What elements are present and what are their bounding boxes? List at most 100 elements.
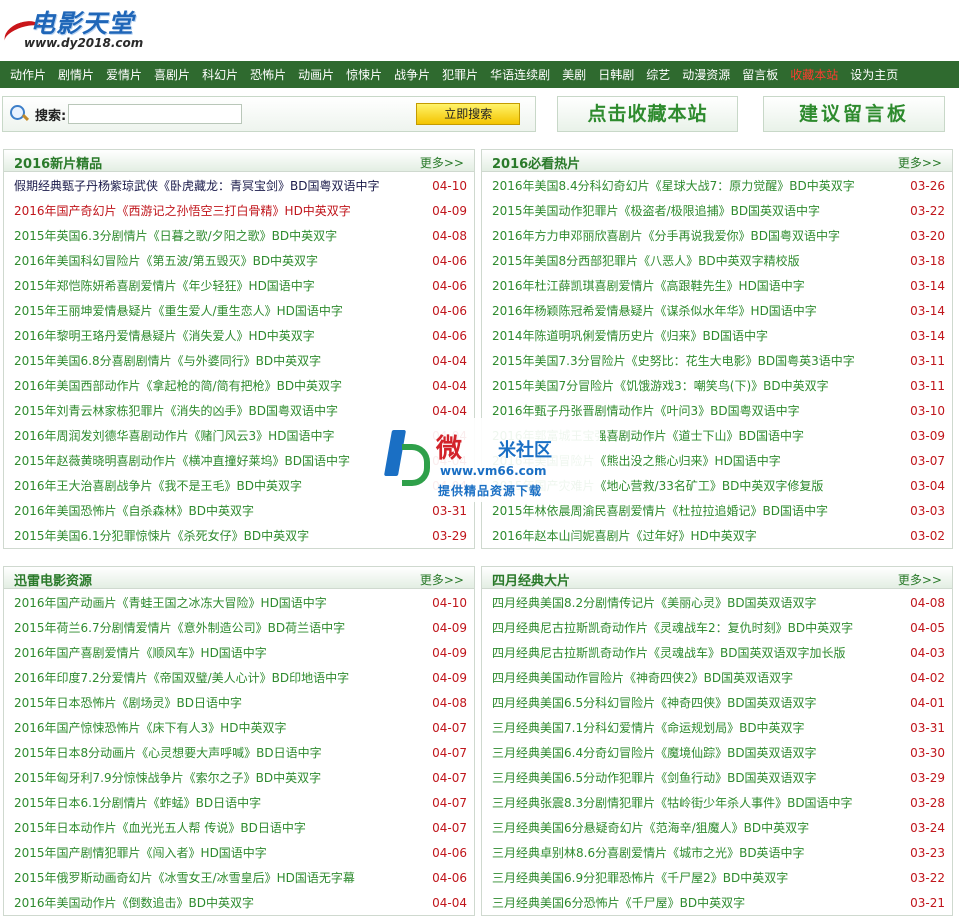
nav-item[interactable]: 动画片 xyxy=(292,66,340,83)
movie-title-link[interactable]: 2016年杜江薛凯琪喜剧爱情片《高跟鞋先生》HD国语中字 xyxy=(492,279,805,293)
movie-title-link[interactable]: 2015年美国8分西部犯罪片《八恶人》BD中英双字精校版 xyxy=(492,254,800,268)
movie-title-link[interactable]: 2015年日本恐怖片《剧场灵》BD日语中字 xyxy=(14,696,242,710)
nav-item[interactable]: 恐怖片 xyxy=(244,66,292,83)
more-link[interactable]: 更多>> xyxy=(898,154,942,171)
movie-title-link[interactable]: 2016年甄子丹张晋剧情动作片《叶问3》BD国粤双语中字 xyxy=(492,404,800,418)
nav-item[interactable]: 动作片 xyxy=(4,66,52,83)
movie-title-link[interactable]: 2015年美国6.8分喜剧剧情片《与外婆同行》BD中英双字 xyxy=(14,354,321,368)
list-item: 2015年俄罗斯动画奇幻片《冰雪女王/冰雪皇后》HD国语无字幕 04-06 xyxy=(4,866,474,891)
movie-title-link[interactable]: 2015年国产剧情犯罪片《闯入者》HD国语中字 xyxy=(14,846,267,860)
search-button[interactable]: 立即搜索 xyxy=(416,103,521,125)
movie-title-link[interactable]: 2015年匈牙利7.9分惊悚战争片《索尔之子》BD中英双字 xyxy=(14,771,321,785)
nav-item[interactable]: 喜剧片 xyxy=(148,66,196,83)
movie-title-link[interactable]: 四月经典美国动作冒险片《神奇四侠2》BD国英双语双字 xyxy=(492,671,793,685)
movie-title-link[interactable]: 2015年俄罗斯动画奇幻片《冰雪女王/冰雪皇后》HD国语无字幕 xyxy=(14,871,355,885)
movie-title-link[interactable]: 2016年方力申邓丽欣喜剧片《分手再说我爱你》BD国粤双语中字 xyxy=(492,229,840,243)
movie-title-link[interactable]: 四月经典尼古拉斯凯奇动作片《灵魂战车》BD国英双语双字加长版 xyxy=(492,646,845,660)
movie-title-link[interactable]: 三月经典卓别林8.6分喜剧爱情片《城市之光》BD英语中字 xyxy=(492,846,805,860)
update-date: 04-06 xyxy=(432,304,467,318)
movie-title-link[interactable]: 2015年日本8分动画片《心灵想要大声呼喊》BD日语中字 xyxy=(14,746,322,760)
movie-title-link[interactable]: 2016年美国8.4分科幻奇幻片《星球大战7：原力觉醒》BD中英双字 xyxy=(492,179,855,193)
update-date: 03-04 xyxy=(910,479,945,493)
movie-title-link[interactable]: 三月经典美国7.1分科幻爱情片《命运规划局》BD中英双字 xyxy=(492,721,805,735)
watermark-title: 微 xyxy=(436,434,465,464)
movie-title-link[interactable]: 2015年英国6.3分剧情片《日暮之歌/夕阳之歌》BD中英双字 xyxy=(14,229,337,243)
movie-title-link[interactable]: 三月经典美国6分恐怖片《千尸屋》BD中英双字 xyxy=(492,896,745,910)
list-item: 假期经典甄子丹杨紫琼武侠《卧虎藏龙：青冥宝剑》BD国粤双语中字 04-10 xyxy=(4,174,474,199)
movie-title-link[interactable]: 2016年杨颖陈冠希爱情悬疑片《谋杀似水年华》HD国语中字 xyxy=(492,304,817,318)
movie-title-link[interactable]: 2016年美国恐怖片《自杀森林》BD中英双字 xyxy=(14,504,254,518)
search-input[interactable] xyxy=(68,104,243,124)
movie-title-link[interactable]: 2016年国产喜剧爱情片《顺风车》HD国语中字 xyxy=(14,646,267,660)
movie-title-link[interactable]: 2015年美国6.1分犯罪惊悚片《杀死女仔》BD中英双字 xyxy=(14,529,309,543)
nav-item[interactable]: 收藏本站 xyxy=(784,66,844,83)
movie-title-link[interactable]: 四月经典尼古拉斯凯奇动作片《灵魂战车2：复仇时刻》BD中英双字 xyxy=(492,621,853,635)
guestbook-button[interactable]: 建议留言板 xyxy=(763,96,945,132)
movie-title-link[interactable]: 2014年陈道明巩俐爱情历史片《归来》BD国语中字 xyxy=(492,329,768,343)
update-date: 04-09 xyxy=(432,204,467,218)
update-date: 04-04 xyxy=(432,354,467,368)
movie-title-link[interactable]: 2015年荷兰6.7分剧情爱情片《意外制造公司》BD荷兰语中字 xyxy=(14,621,345,635)
more-link[interactable]: 更多>> xyxy=(420,571,464,588)
movie-title-link[interactable]: 2016年黎明王珞丹爱情悬疑片《消失爱人》HD中英双字 xyxy=(14,329,315,343)
update-date: 03-14 xyxy=(910,329,945,343)
add-favorite-button[interactable]: 点击收藏本站 xyxy=(557,96,738,132)
movie-title-link[interactable]: 2015年林依晨周渝民喜剧爱情片《杜拉拉追婚记》BD国语中字 xyxy=(492,504,828,518)
movie-title-link[interactable]: 三月经典美国6.9分犯罪恐怖片《千尸屋2》BD中英双字 xyxy=(492,871,788,885)
movie-title-link[interactable]: 假期经典甄子丹杨紫琼武侠《卧虎藏龙：青冥宝剑》BD国粤双语中字 xyxy=(14,179,379,193)
movie-title-link[interactable]: 2016年赵本山闫妮喜剧片《过年好》HD中英双字 xyxy=(492,529,757,543)
list-item: 2015年美国7.3分冒险片《史努比：花生大电影》BD国粤英3语中字 03-11 xyxy=(482,349,952,374)
movie-title-link[interactable]: 2016年美国动作片《倒数追击》BD中英双字 xyxy=(14,896,254,910)
movie-title-link[interactable]: 2015年日本动作片《血光光五人帮 传说》BD日语中字 xyxy=(14,821,306,835)
movie-title-link[interactable]: 2016年周润发刘德华喜剧动作片《赌门风云3》HD国语中字 xyxy=(14,429,334,443)
nav-item[interactable]: 日韩剧 xyxy=(592,66,640,83)
movie-title-link[interactable]: 2015年日本6.1分剧情片《蚱蜢》BD日语中字 xyxy=(14,796,261,810)
movie-title-link[interactable]: 2015年美国7.3分冒险片《史努比：花生大电影》BD国粤英3语中字 xyxy=(492,354,855,368)
movie-title-link[interactable]: 2016年美国科幻冒险片《第五波/第五毁灭》BD中英双字 xyxy=(14,254,318,268)
nav-item[interactable]: 科幻片 xyxy=(196,66,244,83)
list-item: 2015年日本8分动画片《心灵想要大声呼喊》BD日语中字 04-07 xyxy=(4,741,474,766)
movie-title-link[interactable]: 2015年刘青云林家栋犯罪片《消失的凶手》BD国粤双语中字 xyxy=(14,404,338,418)
list-item: 三月经典美国6.9分犯罪恐怖片《千尸屋2》BD中英双字 03-22 xyxy=(482,866,952,891)
movie-title-link[interactable]: 2016年国产动画片《青蛙王国之冰冻大冒险》HD国语中字 xyxy=(14,596,327,610)
nav-item[interactable]: 设为主页 xyxy=(844,66,904,83)
movie-title-link[interactable]: 2015年美国动作犯罪片《极盗者/极限追捕》BD国英双语中字 xyxy=(492,204,820,218)
list-item: 2016年黎明王珞丹爱情悬疑片《消失爱人》HD中英双字 04-06 xyxy=(4,324,474,349)
update-date: 04-06 xyxy=(432,871,467,885)
movie-title-link[interactable]: 2015年王丽坤爱情悬疑片《重生爱人/重生恋人》HD国语中字 xyxy=(14,304,343,318)
nav-item[interactable]: 剧情片 xyxy=(52,66,100,83)
movie-title-link[interactable]: 2016年印度7.2分爱情片《帝国双璧/美人心计》BD印地语中字 xyxy=(14,671,349,685)
nav-item[interactable]: 惊悚片 xyxy=(340,66,388,83)
movie-title-link[interactable]: 2016年国产奇幻片《西游记之孙悟空三打白骨精》HD中英双字 xyxy=(14,204,351,218)
nav-item[interactable]: 犯罪片 xyxy=(436,66,484,83)
watermark-logo-icon xyxy=(384,426,430,486)
nav-item[interactable]: 华语连续剧 xyxy=(484,66,556,83)
movie-title-link[interactable]: 2016年美国西部动作片《拿起枪的简/简有把枪》BD中英双字 xyxy=(14,379,342,393)
nav-item[interactable]: 动漫资源 xyxy=(676,66,736,83)
list-item: 2015年匈牙利7.9分惊悚战争片《索尔之子》BD中英双字 04-07 xyxy=(4,766,474,791)
nav-item[interactable]: 综艺 xyxy=(640,66,676,83)
movie-title-link[interactable]: 三月经典张震8.3分剧情犯罪片《牯岭街少年杀人事件》BD国语中字 xyxy=(492,796,853,810)
update-date: 04-09 xyxy=(432,671,467,685)
nav-item[interactable]: 美剧 xyxy=(556,66,592,83)
movie-title-link[interactable]: 三月经典美国6.5分动作犯罪片《剑鱼行动》BD国英双语双字 xyxy=(492,771,817,785)
movie-title-link[interactable]: 2015年郑恺陈妍希喜剧爱情片《年少轻狂》HD国语中字 xyxy=(14,279,315,293)
movie-title-link[interactable]: 三月经典美国6.4分奇幻冒险片《魔境仙踪》BD国英双语双字 xyxy=(492,746,817,760)
update-date: 03-23 xyxy=(910,846,945,860)
nav-item[interactable]: 留言板 xyxy=(736,66,784,83)
update-date: 03-09 xyxy=(910,429,945,443)
more-link[interactable]: 更多>> xyxy=(898,571,942,588)
movie-title-link[interactable]: 2016年国产惊悚恐怖片《床下有人3》HD中英双字 xyxy=(14,721,286,735)
movie-title-link[interactable]: 2015年赵薇黄晓明喜剧动作片《横冲直撞好莱坞》BD国语中字 xyxy=(14,454,350,468)
site-logo[interactable]: 电影天堂 www.dy2018.com xyxy=(0,2,174,58)
nav-item[interactable]: 爱情片 xyxy=(100,66,148,83)
movie-title-link[interactable]: 2016年王大治喜剧战争片《我不是王毛》BD中英双字 xyxy=(14,479,302,493)
watermark-subtitle: 米社区 xyxy=(498,440,552,461)
movie-title-link[interactable]: 四月经典美国8.2分剧情传记片《美丽心灵》BD国英双语双字 xyxy=(492,596,817,610)
nav-item[interactable]: 战争片 xyxy=(388,66,436,83)
more-link[interactable]: 更多>> xyxy=(420,154,464,171)
movie-title-link[interactable]: 2015年美国7分冒险片《饥饿游戏3：嘲笑鸟(下)》BD中英双字 xyxy=(492,379,829,393)
movie-title-link[interactable]: 三月经典美国6分悬疑奇幻片《范海辛/狙魔人》BD中英双字 xyxy=(492,821,809,835)
movie-title-link[interactable]: 四月经典美国6.5分科幻冒险片《神奇四侠》BD国英双语双字 xyxy=(492,696,817,710)
update-date: 04-08 xyxy=(432,696,467,710)
